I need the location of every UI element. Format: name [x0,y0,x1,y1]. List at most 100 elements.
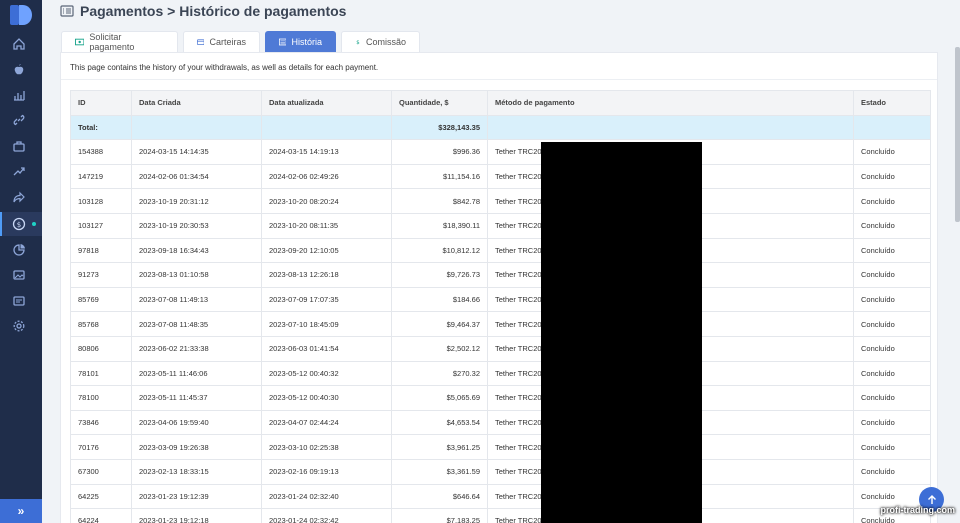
header-updated[interactable]: Data atualizada [261,90,392,116]
payments-table: ID Data Criada Data atualizada Quantidad… [70,90,931,523]
active-dot [32,222,36,226]
cell-updated: 2023-09-20 12:10:05 [261,237,392,264]
image-icon[interactable] [11,267,27,283]
table-row: 67300 2023-02-13 18:33:15 2023-02-16 09:19… [70,458,931,485]
tab-comissao[interactable]: $ Comissão [341,31,420,52]
header-status[interactable]: Estado [853,90,931,116]
cell-updated: 2024-02-06 02:49:26 [261,163,392,190]
cell-id: 85769 [70,286,132,313]
cell-amount: $842.78 [391,188,488,214]
cell-status: Concluído [853,163,931,190]
table-row: 78100 2023-05-11 11:45:37 2023-05-12 00:40… [70,385,931,411]
cell-id: 73846 [70,409,132,436]
cell-created: 2023-04-06 19:59:40 [131,409,262,436]
watermark: profi-trading.com [880,505,956,515]
cell-created: 2023-07-08 11:48:35 [131,311,262,337]
cell-id: 64225 [70,483,132,510]
home-icon[interactable] [11,36,27,52]
sidebar-expand-button[interactable]: » [0,499,42,523]
cell-status: Concluído [853,237,931,264]
cell-status: Concluído [853,458,931,485]
cell-amount: $5,065.69 [391,385,488,411]
cell-created: 2023-10-19 20:30:53 [131,212,262,239]
cell-id: 154388 [70,139,132,165]
header-amount[interactable]: Quantidade, $ [391,90,488,116]
briefcase-icon[interactable] [11,138,27,154]
cell-status: Concluído [853,212,931,239]
cell-updated: 2023-01-24 02:32:42 [261,508,392,523]
cell-status: Concluído [853,311,931,337]
share-icon[interactable] [11,189,27,205]
cell-created: 2023-09-18 16:34:43 [131,237,262,264]
cell-created: 2023-05-11 11:45:37 [131,385,262,411]
table-header-row: ID Data Criada Data atualizada Quantidad… [70,90,931,116]
cell-id: 78100 [70,385,132,411]
scrollbar[interactable] [955,47,960,222]
cell-updated: 2023-07-10 18:45:09 [261,311,392,337]
table-row: 147219 2024-02-06 01:34:54 2024-02-06 02:4… [70,163,931,190]
cell-amount: $646.64 [391,483,488,510]
cell-updated: 2023-03-10 02:25:38 [261,434,392,460]
list-icon [60,5,74,17]
history-card: This page contains the history of your w… [60,52,938,523]
cell-created: 2023-02-13 18:33:15 [131,458,262,485]
wallet-icon [197,39,205,45]
cell-status: Concluído [853,188,931,214]
header-method[interactable]: Método de pagamento [487,90,854,116]
tab-solicitar-pagamento[interactable]: Solicitar pagamento [61,31,178,52]
trend-icon[interactable] [11,163,27,179]
sidebar: $ » [0,0,42,523]
cell-updated: 2023-04-07 02:44:24 [261,409,392,436]
cell-id: 91273 [70,262,132,288]
tab-bar: Solicitar pagamento Carteiras História $… [61,31,425,52]
logo-icon[interactable] [10,5,32,25]
table-row: 73846 2023-04-06 19:59:40 2023-04-07 02:44… [70,409,931,436]
pie-chart-icon[interactable] [11,242,27,258]
page-description: This page contains the history of your w… [70,63,379,72]
dollar-icon: $ [356,40,359,46]
cell-created: 2023-06-02 21:33:38 [131,335,262,362]
table-row: 70176 2023-03-09 19:26:38 2023-03-10 02:25… [70,434,931,460]
cell-created: 2023-10-19 20:31:12 [131,188,262,214]
cell-updated: 2023-06-03 01:41:54 [261,335,392,362]
total-empty [853,114,931,141]
cell-amount: $184.66 [391,286,488,313]
cell-amount: $2,502.12 [391,335,488,362]
tab-carteiras[interactable]: Carteiras [183,31,260,52]
apple-icon[interactable] [11,62,27,78]
total-empty [487,114,854,141]
link-icon[interactable] [11,112,27,128]
cell-created: 2024-02-06 01:34:54 [131,163,262,190]
tab-label: Carteiras [209,37,246,47]
header-id[interactable]: ID [70,90,132,116]
settings-icon[interactable] [11,318,27,334]
cell-id: 64224 [70,508,132,523]
cell-created: 2023-03-09 19:26:38 [131,434,262,460]
page-header: Pagamentos > Histórico de pagamentos [60,2,346,20]
tab-label: Solicitar pagamento [89,32,135,52]
tab-label: História [291,37,322,47]
cell-amount: $18,390.11 [391,212,488,239]
cell-updated: 2023-05-12 00:40:32 [261,360,392,387]
cell-id: 97818 [70,237,132,264]
tab-historia[interactable]: História [265,31,336,52]
table-row: 103128 2023-10-19 20:31:12 2023-10-20 08:2… [70,188,931,214]
table-row: 103127 2023-10-19 20:30:53 2023-10-20 08:1… [70,212,931,239]
cell-amount: $11,154.16 [391,163,488,190]
total-empty [261,114,392,141]
cell-updated: 2023-07-09 17:07:35 [261,286,392,313]
cell-id: 103127 [70,212,132,239]
cell-created: 2023-01-23 19:12:39 [131,483,262,510]
cell-id: 80806 [70,335,132,362]
bar-chart-icon[interactable] [11,87,27,103]
cell-updated: 2023-02-16 09:19:13 [261,458,392,485]
cell-status: Concluído [853,286,931,313]
cell-amount: $270.32 [391,360,488,387]
header-created[interactable]: Data Criada [131,90,262,116]
cell-created: 2023-01-23 19:12:18 [131,508,262,523]
cell-id: 103128 [70,188,132,214]
id-card-icon[interactable] [11,293,27,309]
dollar-circle-icon[interactable]: $ [11,216,27,232]
cell-updated: 2023-05-12 00:40:30 [261,385,392,411]
cell-status: Concluído [853,385,931,411]
